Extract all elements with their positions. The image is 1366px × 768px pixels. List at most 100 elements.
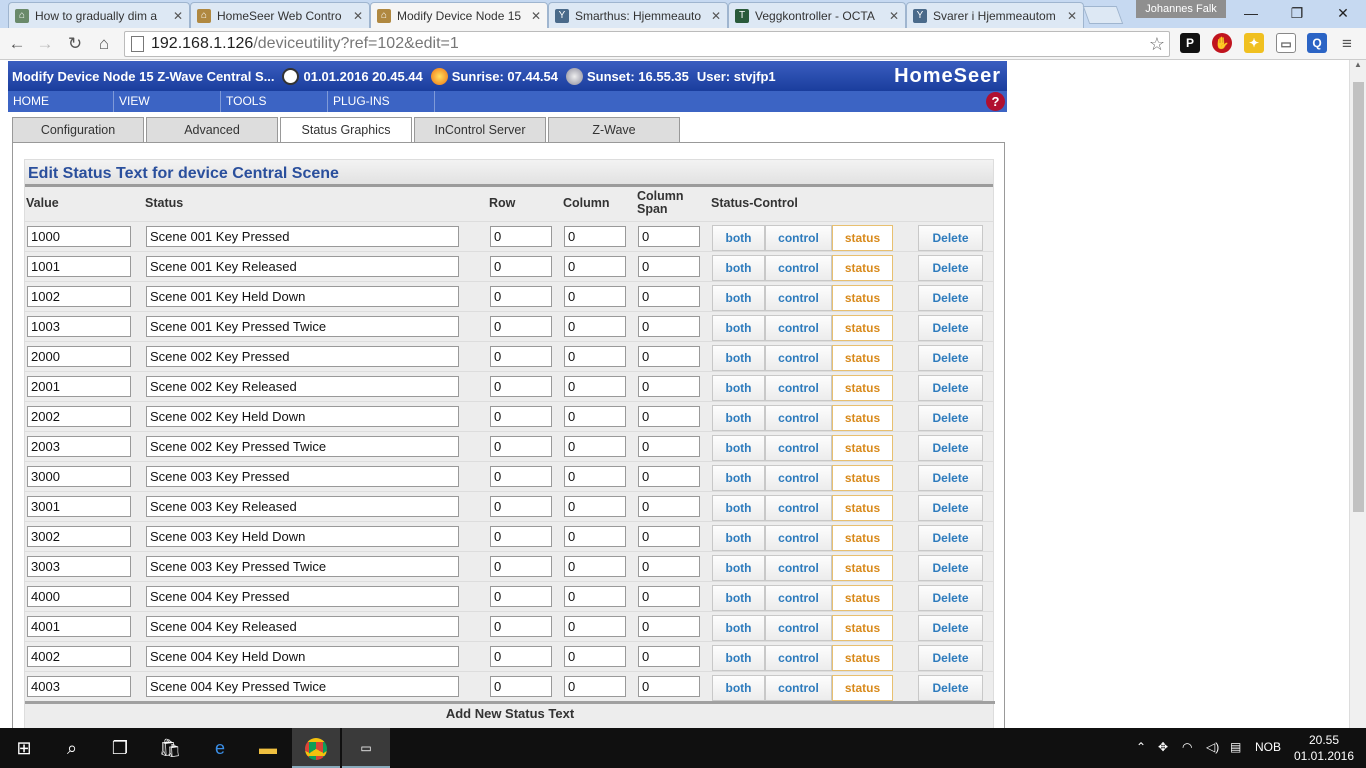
menu-tools[interactable]: TOOLS: [221, 91, 328, 112]
control-button[interactable]: control: [765, 585, 832, 611]
delete-button[interactable]: Delete: [918, 435, 983, 461]
status-button[interactable]: status: [832, 315, 893, 341]
delete-button[interactable]: Delete: [918, 495, 983, 521]
value-input[interactable]: [27, 646, 131, 667]
new-tab-button[interactable]: [1082, 6, 1124, 24]
value-input[interactable]: [27, 316, 131, 337]
status-input[interactable]: [146, 436, 459, 457]
column-span-input[interactable]: [638, 466, 700, 487]
row-input[interactable]: [490, 586, 552, 607]
both-button[interactable]: both: [712, 315, 765, 341]
column-span-input[interactable]: [638, 376, 700, 397]
column-span-input[interactable]: [638, 436, 700, 457]
status-button[interactable]: status: [832, 525, 893, 551]
row-input[interactable]: [490, 616, 552, 637]
status-button[interactable]: status: [832, 255, 893, 281]
store-icon[interactable]: 🛍: [146, 728, 194, 768]
chrome-icon[interactable]: [292, 728, 340, 768]
q-extension-icon[interactable]: Q: [1307, 33, 1327, 53]
row-input[interactable]: [490, 526, 552, 547]
column-input[interactable]: [564, 226, 626, 247]
browser-tab[interactable]: T Veggkontroller - OCTA ✕: [728, 2, 906, 28]
value-input[interactable]: [27, 286, 131, 307]
both-button[interactable]: both: [712, 375, 765, 401]
close-icon[interactable]: ✕: [889, 9, 899, 23]
row-input[interactable]: [490, 346, 552, 367]
chrome-menu-icon[interactable]: ≡: [1336, 33, 1358, 55]
browser-tab[interactable]: Y Smarthus: Hjemmeauto ✕: [548, 2, 728, 28]
row-input[interactable]: [490, 286, 552, 307]
row-input[interactable]: [490, 226, 552, 247]
both-button[interactable]: both: [712, 465, 765, 491]
control-button[interactable]: control: [765, 555, 832, 581]
tab-incontrol-server[interactable]: InControl Server: [414, 117, 546, 143]
status-button[interactable]: status: [832, 555, 893, 581]
tab-z-wave[interactable]: Z-Wave: [548, 117, 680, 143]
status-button[interactable]: status: [832, 585, 893, 611]
status-button[interactable]: status: [832, 465, 893, 491]
control-button[interactable]: control: [765, 525, 832, 551]
delete-button[interactable]: Delete: [918, 315, 983, 341]
row-input[interactable]: [490, 496, 552, 517]
delete-button[interactable]: Delete: [918, 345, 983, 371]
value-input[interactable]: [27, 496, 131, 517]
status-input[interactable]: [146, 586, 459, 607]
windows-start-icon[interactable]: ⊞: [0, 728, 48, 768]
delete-button[interactable]: Delete: [918, 615, 983, 641]
pocket-extension-icon[interactable]: P: [1180, 33, 1200, 53]
status-input[interactable]: [146, 556, 459, 577]
control-button[interactable]: control: [765, 225, 832, 251]
row-input[interactable]: [490, 316, 552, 337]
close-window-icon[interactable]: ✕: [1320, 0, 1366, 28]
control-button[interactable]: control: [765, 285, 832, 311]
control-button[interactable]: control: [765, 465, 832, 491]
value-input[interactable]: [27, 346, 131, 367]
status-button[interactable]: status: [832, 345, 893, 371]
language-indicator[interactable]: NOB: [1255, 740, 1281, 754]
control-button[interactable]: control: [765, 615, 832, 641]
delete-button[interactable]: Delete: [918, 255, 983, 281]
column-span-input[interactable]: [638, 556, 700, 577]
column-span-input[interactable]: [638, 286, 700, 307]
tab-configuration[interactable]: Configuration: [12, 117, 144, 143]
file-explorer-icon[interactable]: ▬: [244, 728, 292, 768]
bookmark-star-icon[interactable]: ☆: [1149, 32, 1165, 56]
status-input[interactable]: [146, 616, 459, 637]
column-input[interactable]: [564, 556, 626, 577]
delete-button[interactable]: Delete: [918, 585, 983, 611]
column-span-input[interactable]: [638, 586, 700, 607]
column-input[interactable]: [564, 256, 626, 277]
help-icon[interactable]: ?: [986, 92, 1005, 111]
menu-view[interactable]: VIEW: [114, 91, 221, 112]
column-input[interactable]: [564, 586, 626, 607]
control-button[interactable]: control: [765, 375, 832, 401]
both-button[interactable]: both: [712, 495, 765, 521]
status-input[interactable]: [146, 406, 459, 427]
status-button[interactable]: status: [832, 285, 893, 311]
wifi-icon[interactable]: ◠: [1182, 740, 1192, 754]
column-span-input[interactable]: [638, 616, 700, 637]
column-input[interactable]: [564, 676, 626, 697]
both-button[interactable]: both: [712, 525, 765, 551]
tab-status-graphics[interactable]: Status Graphics: [280, 117, 412, 144]
column-span-input[interactable]: [638, 316, 700, 337]
close-icon[interactable]: ✕: [353, 9, 363, 23]
status-input[interactable]: [146, 286, 459, 307]
control-button[interactable]: control: [765, 345, 832, 371]
volume-icon[interactable]: ◁): [1206, 740, 1219, 754]
column-span-input[interactable]: [638, 646, 700, 667]
status-button[interactable]: status: [832, 645, 893, 671]
status-input[interactable]: [146, 526, 459, 547]
value-input[interactable]: [27, 436, 131, 457]
status-input[interactable]: [146, 466, 459, 487]
column-input[interactable]: [564, 346, 626, 367]
status-input[interactable]: [146, 346, 459, 367]
status-button[interactable]: status: [832, 495, 893, 521]
both-button[interactable]: both: [712, 645, 765, 671]
row-input[interactable]: [490, 406, 552, 427]
column-input[interactable]: [564, 316, 626, 337]
minimize-icon[interactable]: —: [1228, 0, 1274, 28]
control-button[interactable]: control: [765, 435, 832, 461]
column-span-input[interactable]: [638, 256, 700, 277]
column-input[interactable]: [564, 646, 626, 667]
